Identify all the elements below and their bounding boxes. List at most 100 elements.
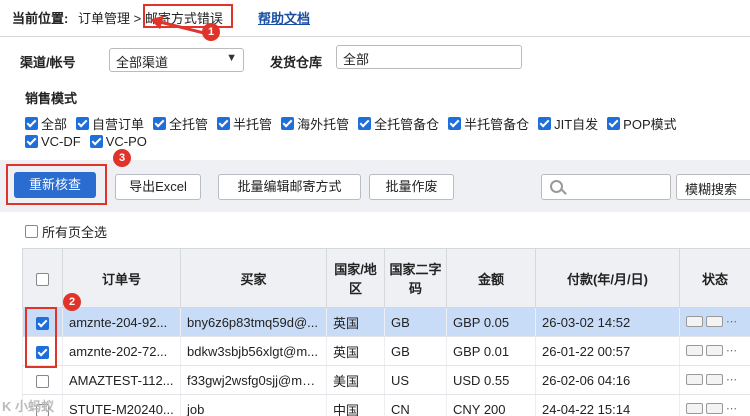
sales-mode-full[interactable]: 全托管 xyxy=(153,114,208,133)
order-no[interactable]: amznte-204-92... xyxy=(62,307,181,337)
amount: GBP 0.05 xyxy=(446,307,536,337)
header-amount[interactable]: 金额 xyxy=(446,248,536,308)
table-row[interactable]: STUTE-M20240... job 中国 CN CNY 200 24-04-… xyxy=(22,394,750,416)
annotation-marker-3: 3 xyxy=(113,149,131,167)
sales-mode-half[interactable]: 半托管 xyxy=(217,114,272,133)
watermark: K 小蚂蚁 xyxy=(2,399,55,414)
basket-icon[interactable] xyxy=(686,402,703,414)
status-actions: ⋯ xyxy=(679,336,750,366)
checkbox-icon[interactable] xyxy=(25,225,38,238)
country: 英国 xyxy=(326,307,385,337)
buyer: f33gwj2wsfg0sjj@ma... xyxy=(180,365,327,395)
sales-mode-row-1: 全部 自营订单 全托管 半托管 海外托管 全托管备仓 半托管备仓 JIT自发 P… xyxy=(25,114,686,133)
search-icon xyxy=(550,180,563,193)
more-icon[interactable]: ⋯ xyxy=(726,373,737,386)
fuzzy-search-select[interactable]: 模糊搜索 xyxy=(676,174,750,200)
sales-mode-vc-df[interactable]: VC-DF xyxy=(25,134,81,149)
checkbox-checked-icon[interactable] xyxy=(538,117,552,130)
amount: CNY 200 xyxy=(446,394,536,416)
sales-mode-overseas[interactable]: 海外托管 xyxy=(281,114,349,133)
checkbox-checked-icon[interactable] xyxy=(448,117,462,130)
export-excel-button[interactable]: 导出Excel xyxy=(115,174,201,200)
batch-void-button[interactable]: 批量作废 xyxy=(369,174,454,200)
printer-icon[interactable] xyxy=(706,402,723,414)
batch-edit-shipping-button[interactable]: 批量编辑邮寄方式 xyxy=(218,174,361,200)
checkbox-icon[interactable] xyxy=(36,272,49,286)
order-no[interactable]: AMAZTEST-112... xyxy=(62,365,181,395)
checkbox-checked-icon[interactable] xyxy=(217,117,231,130)
search-input[interactable] xyxy=(541,174,671,200)
sales-mode-row-2: VC-DF VC-PO xyxy=(25,134,156,149)
amount: GBP 0.01 xyxy=(446,336,536,366)
sales-mode-all[interactable]: 全部 xyxy=(25,114,67,133)
printer-icon[interactable] xyxy=(706,344,723,356)
header-status: 状态 xyxy=(679,248,750,308)
more-icon[interactable]: ⋯ xyxy=(726,344,737,357)
sales-mode-jit[interactable]: JIT自发 xyxy=(538,114,598,133)
country-code: US xyxy=(384,365,447,395)
paid-time: 26-01-22 00:57 xyxy=(535,336,680,366)
checkbox-checked-icon[interactable] xyxy=(76,117,90,130)
sales-mode-vc-po[interactable]: VC-PO xyxy=(89,134,147,149)
printer-icon[interactable] xyxy=(706,315,723,327)
country-code: GB xyxy=(384,336,447,366)
table-row[interactable]: amznte-202-72... bdkw3sbjb56xlgt@m... 英国… xyxy=(22,336,750,366)
sales-mode-pop[interactable]: POP模式 xyxy=(607,114,677,133)
checkbox-icon[interactable] xyxy=(36,374,49,388)
breadcrumb-bar: 当前位置: 订单管理 > 邮寄方式错误 帮助文档 xyxy=(0,0,750,32)
chevron-down-icon: ▼ xyxy=(226,52,237,64)
breadcrumb-label: 当前位置: xyxy=(12,11,69,26)
more-icon[interactable]: ⋯ xyxy=(726,315,737,328)
basket-icon[interactable] xyxy=(686,315,703,327)
divider xyxy=(0,36,750,37)
header-country[interactable]: 国家/地区 xyxy=(326,248,385,308)
annotation-box-recheck xyxy=(6,164,107,205)
sales-mode-full-stock[interactable]: 全托管备仓 xyxy=(358,114,439,133)
basket-icon[interactable] xyxy=(686,373,703,385)
checkbox-checked-icon[interactable] xyxy=(25,135,38,148)
annotation-box-checkboxes xyxy=(25,307,57,368)
order-no[interactable]: amznte-202-72... xyxy=(62,336,181,366)
amount: USD 0.55 xyxy=(446,365,536,395)
country: 中国 xyxy=(326,394,385,416)
checkbox-checked-icon[interactable] xyxy=(153,117,167,130)
buyer: bdkw3sbjb56xlgt@m... xyxy=(180,336,327,366)
select-all-pages[interactable]: 所有页全选 xyxy=(25,222,107,241)
paid-time: 26-03-02 14:52 xyxy=(535,307,680,337)
annotation-marker-1: 1 xyxy=(202,23,220,41)
checkbox-checked-icon[interactable] xyxy=(25,117,38,130)
sales-mode-self[interactable]: 自营订单 xyxy=(76,114,144,133)
table-header-row: 订单号 买家 国家/地区 国家二字码 金额 付款(年/月/日) 状态 xyxy=(22,248,750,308)
channel-select[interactable]: 全部渠道 ▼ xyxy=(109,48,244,72)
warehouse-select[interactable]: 全部 xyxy=(336,45,522,69)
paid-time: 26-02-06 04:16 xyxy=(535,365,680,395)
channel-select-value: 全部渠道 xyxy=(116,55,169,70)
printer-icon[interactable] xyxy=(706,373,723,385)
table-row[interactable]: amznte-204-92... bny6z6p83tmq59d@... 英国 … xyxy=(22,307,750,337)
header-select xyxy=(22,248,63,308)
checkbox-checked-icon[interactable] xyxy=(358,117,372,130)
header-paid[interactable]: 付款(年/月/日) xyxy=(535,248,680,308)
country: 美国 xyxy=(326,365,385,395)
help-link[interactable]: 帮助文档 xyxy=(258,8,310,27)
header-buyer[interactable]: 买家 xyxy=(180,248,327,308)
checkbox-checked-icon[interactable] xyxy=(89,135,103,148)
more-icon[interactable]: ⋯ xyxy=(726,402,737,415)
basket-icon[interactable] xyxy=(686,344,703,356)
annotation-marker-2: 2 xyxy=(63,293,81,311)
checkbox-checked-icon[interactable] xyxy=(607,117,621,130)
sales-mode-label: 销售模式 xyxy=(25,91,78,106)
country-code: CN xyxy=(384,394,447,416)
paid-time: 24-04-22 15:14 xyxy=(535,394,680,416)
channel-label: 渠道/帐号 xyxy=(20,55,76,70)
status-actions: ⋯ xyxy=(679,394,750,416)
sales-mode-half-stock[interactable]: 半托管备仓 xyxy=(448,114,529,133)
order-no[interactable]: STUTE-M20240... xyxy=(62,394,181,416)
table-row[interactable]: AMAZTEST-112... f33gwj2wsfg0sjj@ma... 美国… xyxy=(22,365,750,395)
header-country-code[interactable]: 国家二字码 xyxy=(384,248,447,308)
warehouse-select-value: 全部 xyxy=(343,52,370,67)
orders-table: 订单号 买家 国家/地区 国家二字码 金额 付款(年/月/日) 状态 amznt… xyxy=(22,248,750,416)
status-actions: ⋯ xyxy=(679,365,750,395)
checkbox-checked-icon[interactable] xyxy=(281,117,295,130)
buyer: bny6z6p83tmq59d@... xyxy=(180,307,327,337)
